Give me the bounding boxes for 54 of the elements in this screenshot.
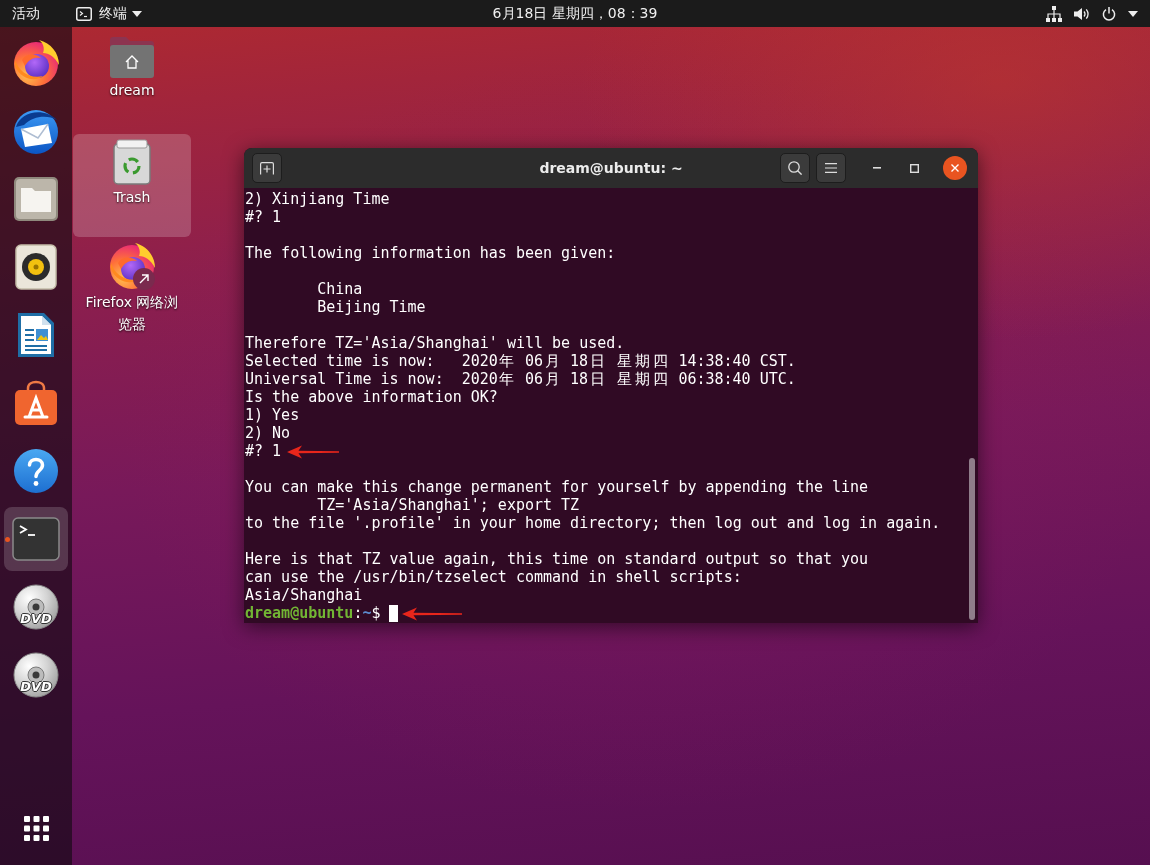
terminal-line: You can make this change permanent for yourself by appending the line	[245, 478, 869, 496]
scrollbar-thumb[interactable]	[969, 458, 975, 620]
terminal-line: to the file '.profile' in your home directory; then log out and log in again.	[245, 514, 941, 532]
power-icon	[1102, 6, 1116, 21]
flame-globe-icon	[12, 39, 60, 87]
window-title: dream@ubuntu: ~	[539, 160, 683, 176]
caret-icon	[132, 10, 142, 17]
shell-prompt: dream@ubuntu:~$	[245, 604, 381, 622]
terminal-line: Therefore TZ='Asia/Shanghai' will be used.	[245, 334, 625, 352]
terminal-line: can use the /usr/bin/tzselect command in shell scripts:	[245, 568, 742, 586]
help-icon	[12, 447, 60, 495]
folder-icon	[12, 175, 60, 223]
activities-button[interactable]: 活动	[0, 0, 51, 27]
terminal-line: 1) Yes	[245, 406, 300, 424]
minimize-icon	[873, 167, 881, 169]
caret-icon	[1128, 10, 1138, 17]
menu-icon	[825, 163, 837, 173]
terminal-line: Is the above information OK?	[245, 388, 498, 406]
terminal-line: China	[317, 280, 363, 298]
grid-icon	[23, 815, 49, 841]
text-cursor	[389, 605, 399, 622]
new-tab-icon	[260, 161, 274, 175]
home-folder-icon	[108, 36, 156, 78]
close-icon	[951, 164, 959, 172]
volume-icon	[1074, 6, 1090, 21]
menu-button[interactable]	[816, 153, 846, 183]
terminal-line: TZ='Asia/Shanghai'; export TZ	[317, 496, 580, 514]
search-icon	[788, 161, 802, 175]
clock[interactable]: 6月18日 星期四，08：39	[484, 0, 666, 27]
app-menu[interactable]: 终端	[65, 0, 148, 27]
new-tab-button[interactable]	[252, 153, 282, 183]
desktop-item[interactable]: Trash	[73, 134, 191, 237]
desktop-item[interactable]: dream	[73, 31, 191, 134]
search-button[interactable]	[780, 153, 810, 183]
network-icon	[1046, 5, 1062, 22]
close-button[interactable]	[943, 156, 967, 180]
shopping-bag-icon	[12, 379, 60, 427]
terminal-line: 2) No	[245, 424, 291, 442]
terminal-line: 2) Xinjiang Time	[245, 190, 390, 208]
terminal-icon	[76, 6, 92, 21]
maximize-icon	[909, 163, 919, 173]
speaker-icon	[12, 243, 60, 291]
terminal-line: The following information has been given:	[245, 244, 616, 262]
terminal-line: Asia/Shanghai	[245, 586, 363, 604]
envelope-globe-icon	[12, 107, 60, 155]
terminal-line: Beijing Time	[317, 298, 426, 316]
terminal-line: #? 1	[245, 442, 282, 460]
terminal-line: Here is that TZ value again, this time on standard output so that you	[245, 550, 869, 568]
disc-icon	[12, 583, 60, 631]
desktop-item[interactable]: Firefox 网络浏览器	[73, 237, 191, 340]
terminal-icon	[12, 515, 60, 563]
disc-icon	[12, 651, 60, 699]
terminal-line: #? 1	[245, 208, 282, 226]
trash-icon	[113, 139, 151, 185]
